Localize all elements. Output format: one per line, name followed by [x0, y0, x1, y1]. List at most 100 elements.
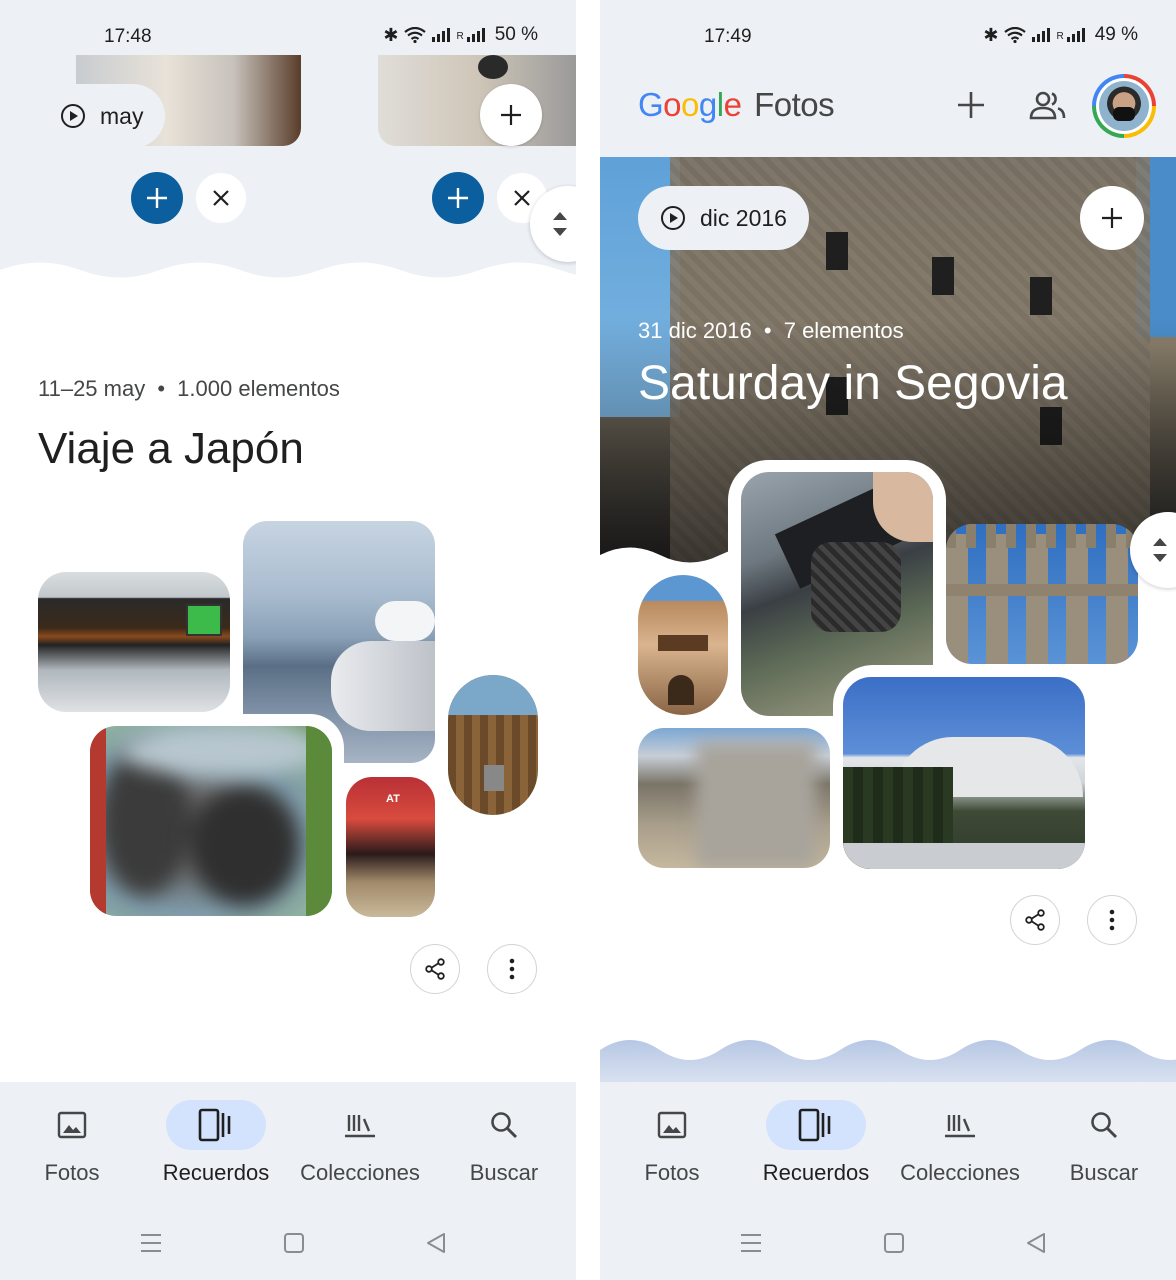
signal-roaming-icon: R: [1056, 28, 1085, 42]
nav-item-recuerdos[interactable]: Recuerdos: [744, 1100, 888, 1186]
share-button[interactable]: [410, 944, 460, 994]
dismiss-button-1[interactable]: [196, 173, 246, 223]
header-add-button[interactable]: [956, 90, 986, 120]
logo-letter: o: [681, 86, 699, 123]
top-memory-chip[interactable]: may: [38, 84, 166, 148]
plus-icon: [147, 188, 167, 208]
app-logo: Google Fotos: [638, 86, 835, 124]
next-memory-peek[interactable]: [600, 1030, 1176, 1084]
memories-icon: [798, 1108, 831, 1142]
status-icons: ✱ R 49 %: [983, 24, 1138, 46]
sort-icon: [1153, 538, 1167, 562]
signal-icon: [432, 28, 451, 42]
system-navigation: [600, 1232, 1176, 1262]
more-options-button[interactable]: [487, 944, 537, 994]
share-button[interactable]: [1010, 895, 1060, 945]
account-avatar[interactable]: [1092, 74, 1156, 138]
back-icon[interactable]: [1025, 1232, 1047, 1259]
status-time: 17:49: [704, 26, 752, 47]
collage-photo-mountain-blur[interactable]: [638, 728, 830, 868]
nav-label: Recuerdos: [762, 1160, 870, 1185]
collage-photo-street[interactable]: AT: [346, 777, 435, 917]
nav-label: Recuerdos: [162, 1160, 270, 1185]
bluetooth-icon: ✱: [983, 24, 999, 45]
logo-fotos: Fotos: [754, 86, 835, 123]
nav-label: Fotos: [44, 1160, 100, 1185]
close-icon: [213, 190, 229, 206]
nav-item-fotos[interactable]: Fotos: [600, 1100, 744, 1186]
left-screen: 17:48 ✱ R 50 % may 11–25 may • 1.000 ele…: [0, 0, 576, 1280]
add-to-album-button-1[interactable]: [131, 172, 183, 224]
collage-photo-house[interactable]: [638, 575, 728, 715]
nav-item-colecciones[interactable]: Colecciones: [288, 1100, 432, 1186]
logo-letter: g: [698, 86, 717, 123]
add-memory-button[interactable]: [480, 84, 542, 146]
logo-letter: o: [663, 86, 682, 123]
collage-photo-snowy-hill[interactable]: [843, 677, 1085, 869]
collage-photo-selfie[interactable]: [90, 726, 332, 916]
home-icon[interactable]: [283, 1232, 305, 1259]
more-options-button[interactable]: [1087, 895, 1137, 945]
right-screen: 17:49 ✱ R 49 % Google Fotos dic 2016 31 …: [600, 0, 1176, 1280]
nav-item-colecciones[interactable]: Colecciones: [888, 1100, 1032, 1186]
memory-play-chip[interactable]: dic 2016: [638, 186, 809, 250]
share-icon: [425, 958, 445, 980]
memory-count: 7 elementos: [783, 318, 904, 343]
wifi-icon: [404, 27, 427, 43]
back-icon[interactable]: [425, 1232, 447, 1259]
share-icon: [1025, 909, 1045, 931]
status-bar: 17:49 ✱ R 49 %: [600, 0, 1176, 56]
wifi-icon: [1004, 27, 1027, 43]
people-icon: [1029, 91, 1066, 120]
more-vert-icon: [1109, 909, 1115, 931]
screens-gap: [576, 0, 600, 1280]
memory-meta: 31 dic 2016 • 7 elementos: [638, 318, 904, 343]
plus-icon: [1102, 208, 1122, 228]
collage-photo-departures[interactable]: [38, 572, 230, 712]
menu-icon[interactable]: [740, 1232, 762, 1259]
plus-icon: [958, 92, 984, 118]
avatar-photo: [1099, 81, 1149, 131]
status-bar: 17:48 ✱ R 50 %: [0, 0, 576, 56]
logo-letter: e: [723, 86, 742, 123]
home-icon[interactable]: [883, 1232, 905, 1259]
search-icon: [1091, 1112, 1118, 1139]
nav-label: Colecciones: [900, 1160, 1020, 1185]
memory-play-chip-label: dic 2016: [700, 204, 787, 231]
battery-level: 50 %: [494, 24, 538, 45]
memory-meta: 11–25 may • 1.000 elementos: [38, 376, 340, 401]
battery-level: 49 %: [1094, 24, 1138, 45]
add-memory-button[interactable]: [1080, 186, 1144, 250]
wave-divider: [0, 262, 576, 305]
nav-label: Buscar: [1069, 1160, 1139, 1185]
memory-date: 11–25 may: [38, 376, 146, 401]
sort-icon: [553, 212, 567, 236]
nav-label: Buscar: [469, 1160, 539, 1185]
memory-title: Saturday in Segovia: [638, 357, 1068, 410]
top-memory-photo-2[interactable]: [378, 55, 576, 146]
nav-item-buscar[interactable]: Buscar: [432, 1100, 576, 1186]
nav-label: Colecciones: [300, 1160, 420, 1185]
nav-item-fotos[interactable]: Fotos: [0, 1100, 144, 1186]
signal-icon: [1032, 28, 1051, 42]
memories-icon: [198, 1108, 231, 1142]
logo-letter: G: [638, 86, 664, 123]
nav-item-recuerdos[interactable]: Recuerdos: [144, 1100, 288, 1186]
nav-item-buscar[interactable]: Buscar: [1032, 1100, 1176, 1186]
plus-icon: [501, 105, 521, 125]
status-icons: ✱ R 50 %: [383, 24, 538, 46]
photo-icon: [657, 1111, 687, 1139]
bottom-navigation: Fotos Recuerdos Colecciones Buscar: [0, 1082, 576, 1280]
close-icon: [514, 190, 530, 206]
add-to-album-button-2[interactable]: [432, 172, 484, 224]
memory-date: 31 dic 2016: [638, 318, 752, 343]
memory-count: 1.000 elementos: [177, 376, 340, 401]
menu-icon[interactable]: [140, 1232, 162, 1259]
plus-icon: [448, 188, 468, 208]
memory-title: Viaje a Japón: [38, 424, 304, 473]
sharing-button[interactable]: [1028, 90, 1066, 120]
collage-photo-interior[interactable]: [448, 675, 538, 815]
logo-letter: l: [716, 86, 724, 123]
logo-google: Google: [638, 86, 742, 123]
collage-photo-aqueduct[interactable]: [946, 524, 1138, 664]
